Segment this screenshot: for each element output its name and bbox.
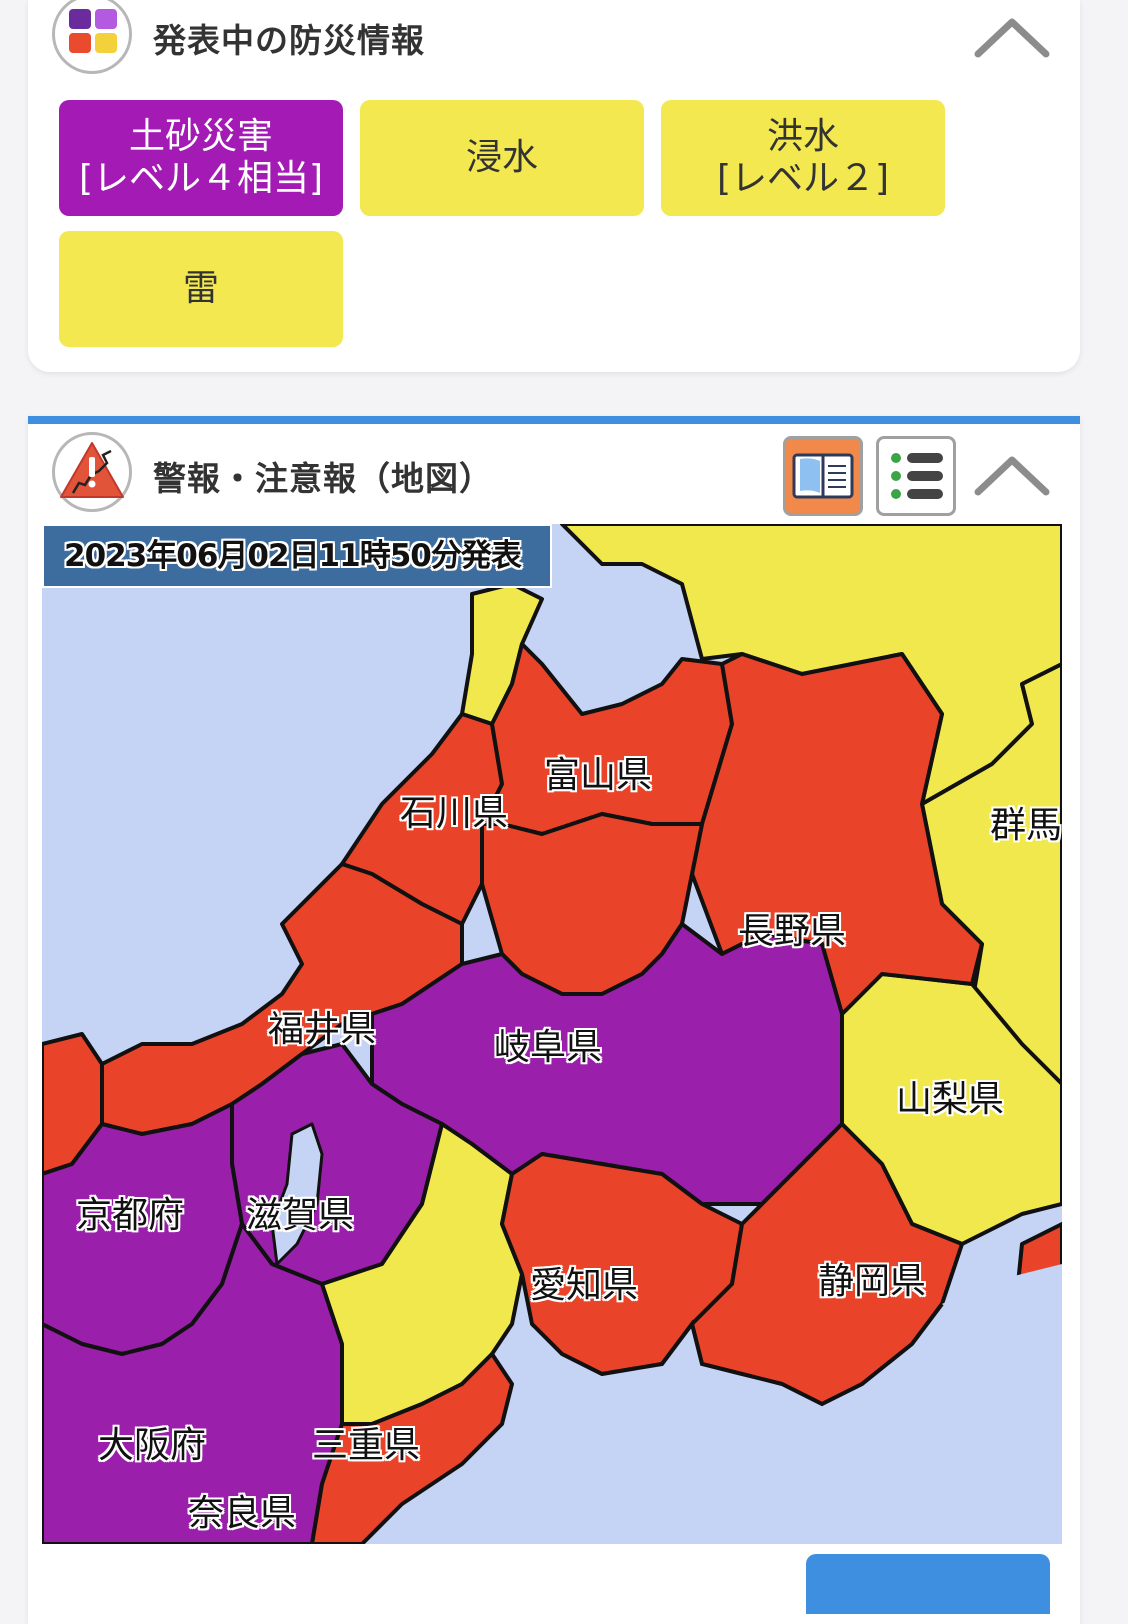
- alert-button-flood[interactable]: 洪水 [レベル２]: [661, 100, 945, 216]
- warning-triangle-icon: [52, 432, 132, 512]
- alert-button-label: 洪水 [レベル２]: [716, 116, 890, 199]
- pref-label-mie[interactable]: 三重県: [312, 1416, 420, 1468]
- guide-book-button[interactable]: [783, 436, 863, 516]
- pref-label-shiga[interactable]: 滋賀県: [246, 1186, 354, 1238]
- pref-label-toyama[interactable]: 富山県: [544, 746, 652, 798]
- alert-button-landslide[interactable]: 土砂災害 [レベル４相当]: [59, 100, 343, 216]
- issued-timestamp: 2023年06月02日11時50分発表: [42, 524, 552, 588]
- alert-button-label: 雷: [182, 268, 219, 309]
- pref-label-ishikawa[interactable]: 石川県: [400, 784, 508, 836]
- warning-map-header: 警報・注意報（地図）: [28, 424, 1080, 516]
- pref-label-aichi[interactable]: 愛知県: [530, 1256, 638, 1308]
- alert-button-thunder[interactable]: 雷: [59, 231, 343, 347]
- pref-label-nara[interactable]: 奈良県: [188, 1484, 296, 1536]
- bottom-tab-button[interactable]: [806, 1554, 1050, 1614]
- disaster-info-header[interactable]: 発表中の防災情報: [28, 0, 1080, 86]
- alert-button-inundation[interactable]: 浸水: [360, 100, 644, 216]
- warning-map-title: 警報・注意報（地図）: [153, 459, 493, 498]
- pref-label-osaka[interactable]: 大阪府: [98, 1416, 206, 1468]
- pref-label-gunma[interactable]: 群馬: [990, 796, 1062, 848]
- pref-label-gifu[interactable]: 岐阜県: [494, 1018, 602, 1070]
- warning-map-card: 警報・注意報（地図） 2023年06月02日11時50分発表 富山県 石川県 群…: [28, 416, 1080, 1624]
- book-icon: [792, 453, 854, 499]
- list-icon: [891, 453, 943, 499]
- pref-label-shizuoka[interactable]: 静岡県: [818, 1252, 926, 1304]
- collapse-chevron-icon[interactable]: [972, 450, 1052, 500]
- pref-label-yamanashi[interactable]: 山梨県: [896, 1070, 1004, 1122]
- warning-map[interactable]: 2023年06月02日11時50分発表 富山県 石川県 群馬 長野県 福井県 岐…: [42, 524, 1062, 1544]
- list-view-button[interactable]: [876, 436, 956, 516]
- alert-button-label: 土砂災害 [レベル４相当]: [78, 116, 324, 199]
- pref-label-fukui[interactable]: 福井県: [268, 1000, 376, 1052]
- category-grid-icon: [52, 0, 132, 74]
- pref-label-nagano[interactable]: 長野県: [738, 902, 846, 954]
- disaster-info-card: 発表中の防災情報 土砂災害 [レベル４相当] 浸水 洪水 [レベル２] 雷: [28, 0, 1080, 372]
- alert-button-label: 浸水: [465, 137, 538, 178]
- collapse-chevron-icon[interactable]: [972, 12, 1052, 62]
- pref-label-kyoto[interactable]: 京都府: [76, 1186, 184, 1238]
- disaster-info-title: 発表中の防災情報: [153, 21, 425, 60]
